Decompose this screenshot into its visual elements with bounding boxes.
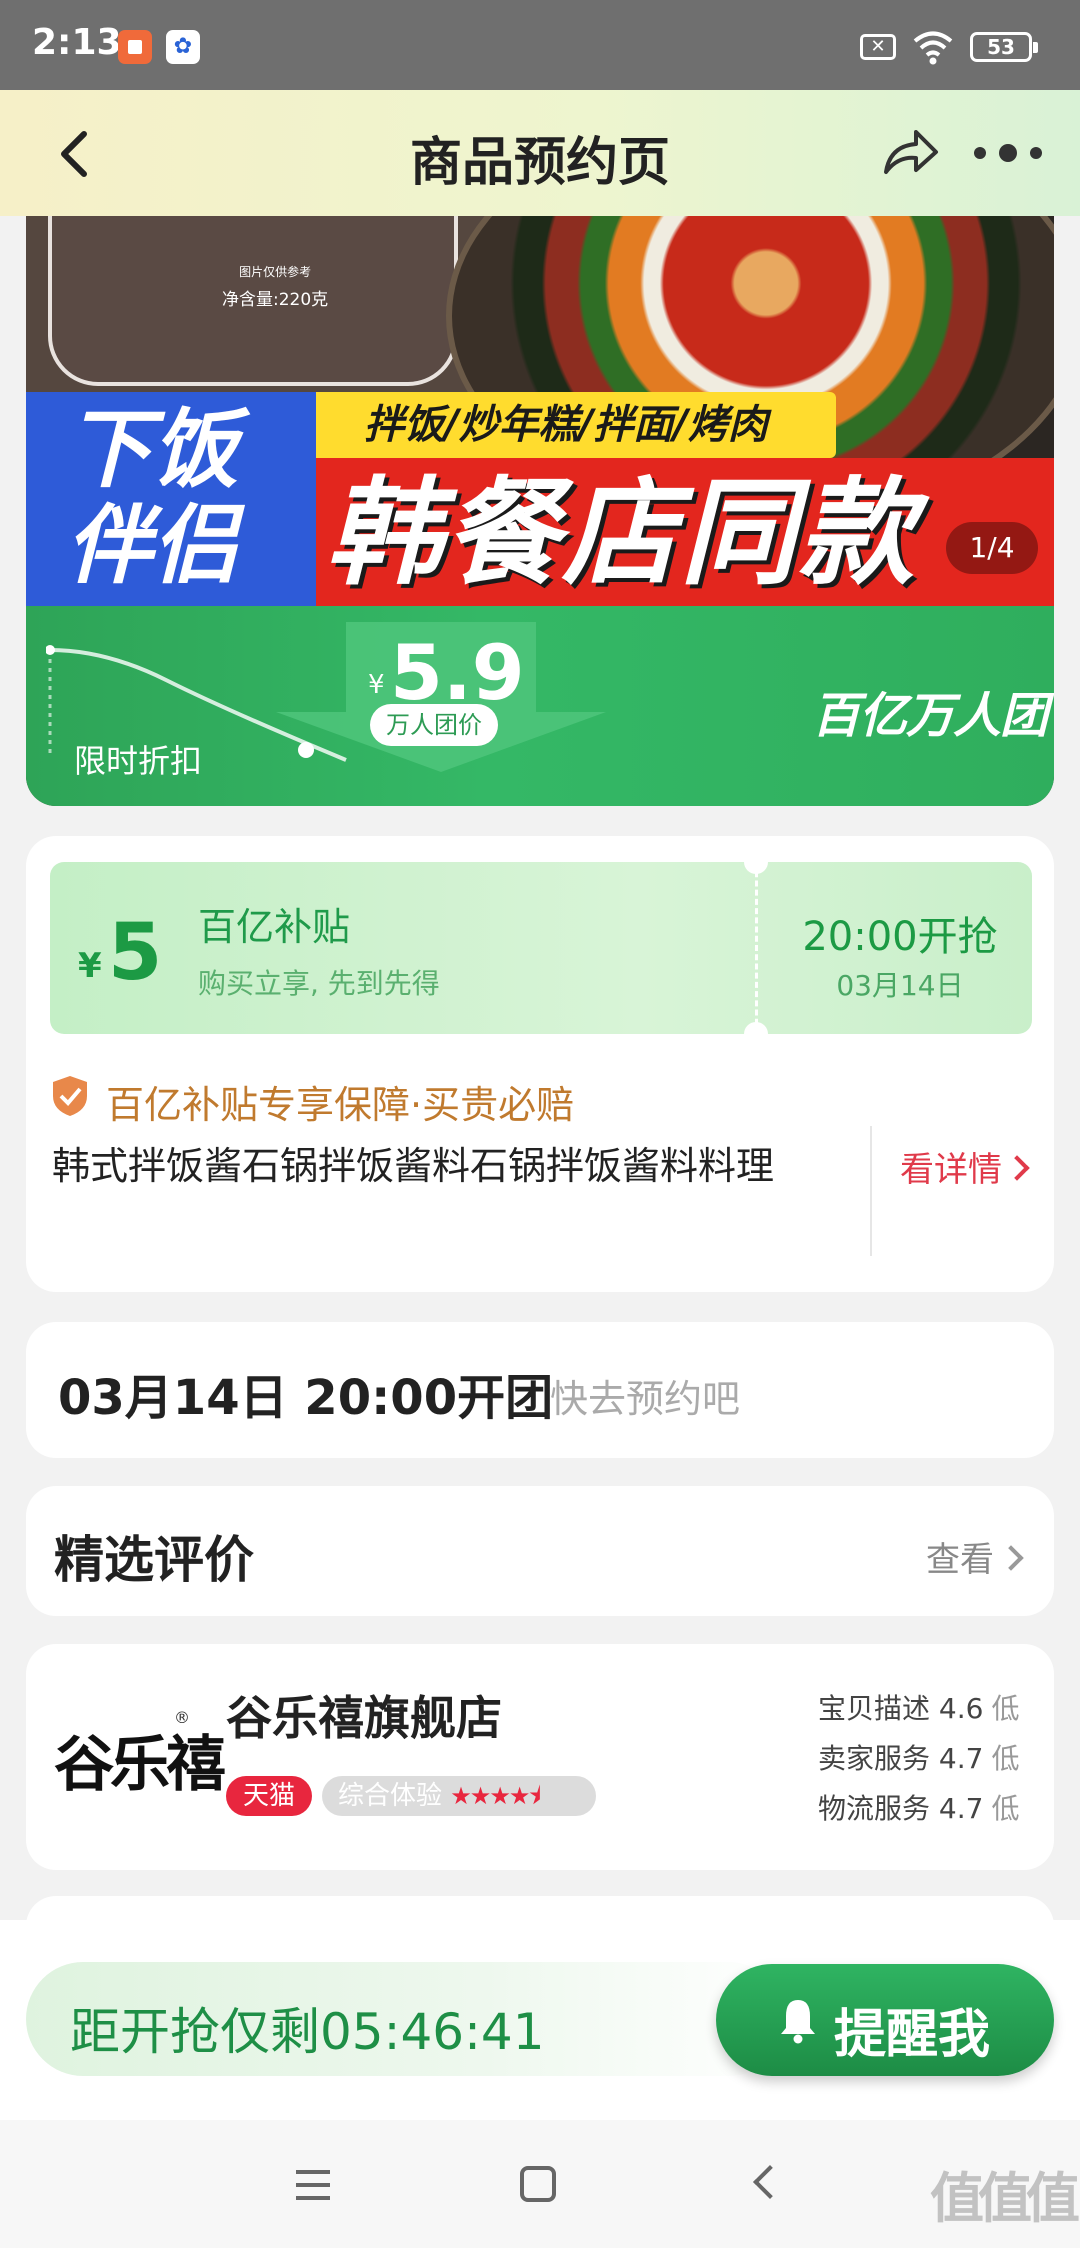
coupon-notch	[744, 1022, 768, 1046]
wifi-icon	[913, 31, 953, 65]
product-title: 韩式拌饭酱石锅拌饭酱料石锅拌饭酱料料理	[52, 1144, 775, 1188]
coupon-start-date: 03月14日	[836, 969, 964, 1002]
store-name: 谷乐禧旗舰店	[226, 1691, 502, 1745]
nav-back-icon[interactable]	[753, 2165, 787, 2199]
experience-label: 综合体验	[338, 1781, 443, 1811]
view-details-label: 看详情	[900, 1150, 1002, 1190]
brand-logo: 百亿万人团	[812, 688, 1048, 744]
view-reviews-label: 查看	[926, 1540, 994, 1580]
metric-row: 物流服务 4.7 低	[818, 1784, 1042, 1834]
countdown-timer: 距开抢仅剩05:46:41	[70, 2003, 545, 2061]
remind-me-button[interactable]: 提醒我	[716, 1964, 1054, 2076]
coupon-title: 百亿补贴	[198, 905, 351, 949]
reviews-card[interactable]: 精选评价 查看	[26, 1486, 1054, 1616]
coupon-currency: ¥	[78, 946, 102, 986]
battery-icon: 53	[970, 32, 1038, 62]
coupon-start-time: 20:00开抢	[802, 914, 998, 960]
home-icon[interactable]	[520, 2166, 556, 2202]
metric-score: 4.7	[938, 1792, 984, 1825]
chevron-right-icon	[998, 1545, 1024, 1571]
left-slogan-line-1: 下饭	[66, 400, 238, 500]
metric-level: 低	[991, 1792, 1020, 1825]
recent-apps-icon[interactable]	[296, 2170, 330, 2200]
metric-row: 宝贝描述 4.6 低	[818, 1684, 1042, 1734]
metric-level: 低	[991, 1692, 1020, 1725]
package-label: 图片仅供参考 净含量:220克	[222, 258, 328, 314]
product-image-carousel[interactable]: 图片仅供参考 净含量:220克 拌饭/炒年糕/拌面/烤肉 下饭 伴侣 韩餐店同款…	[26, 216, 1054, 806]
experience-badge: 综合体验 ★★★★⯨	[322, 1776, 596, 1816]
header-bar: 商品预约页	[0, 90, 1080, 216]
metric-level: 低	[991, 1742, 1020, 1775]
coupon-amount: 5	[108, 908, 163, 998]
left-slogan: 下饭 伴侣	[26, 392, 316, 606]
registered-mark: ®	[174, 1708, 190, 1727]
store-metrics: 宝贝描述 4.6 低 卖家服务 4.7 低 物流服务 4.7 低	[818, 1684, 1042, 1834]
product-package-image: 图片仅供参考 净含量:220克	[48, 216, 458, 386]
countdown-pill: 距开抢仅剩05:46:41	[26, 1962, 786, 2076]
store-card[interactable]: 谷乐禧 ® 谷乐禧旗舰店 天猫 综合体验 ★★★★⯨ 宝贝描述 4.6 低 卖家服…	[26, 1644, 1054, 1870]
more-options-icon[interactable]	[968, 140, 1048, 166]
status-bar: 2:13 ✿ ✕ 53	[0, 0, 1080, 90]
usage-tags: 拌饭/炒年糕/拌面/烤肉	[296, 392, 836, 458]
subsidy-coupon[interactable]: ¥ 5 百亿补贴 购买立享, 先到先得 20:00开抢 03月14日	[50, 850, 1032, 1046]
metric-label: 卖家服务	[818, 1742, 931, 1775]
view-details-link[interactable]: 看详情	[900, 1142, 1030, 1191]
coupon-notch	[744, 850, 768, 874]
group-open-card: 03月14日 20:00开团 快去预约吧	[26, 1322, 1054, 1458]
image-counter: 1/4	[946, 522, 1038, 574]
share-icon[interactable]	[880, 126, 940, 180]
chevron-right-icon	[1004, 1155, 1030, 1181]
status-time: 2:13	[32, 22, 122, 63]
baidu-app-icon: ✿	[166, 30, 200, 64]
remind-me-label: 提醒我	[834, 2005, 991, 2065]
metric-label: 物流服务	[818, 1792, 931, 1825]
metric-row: 卖家服务 4.7 低	[818, 1734, 1042, 1784]
guarantee-text: 百亿补贴专享保障·买贵必赔	[106, 1083, 575, 1127]
package-net-weight: 净含量:220克	[222, 290, 329, 310]
subsidy-card: ¥ 5 百亿补贴 购买立享, 先到先得 20:00开抢 03月14日 百亿补贴专…	[26, 836, 1054, 1292]
reviews-title: 精选评价	[54, 1531, 254, 1589]
shield-check-icon	[53, 1076, 87, 1116]
group-open-time: 03月14日 20:00开团	[58, 1370, 554, 1426]
metric-label: 宝贝描述	[818, 1692, 931, 1725]
coupon-divider	[755, 862, 758, 1034]
watermark: 值值值	[930, 2167, 1080, 2230]
bell-icon	[781, 2000, 815, 2044]
big-slogan: 韩餐店同款	[326, 466, 916, 601]
metric-score: 4.6	[938, 1692, 984, 1725]
metric-score: 4.7	[938, 1742, 984, 1775]
left-slogan-line-2: 伴侣	[66, 496, 238, 596]
store-logo: 谷乐禧	[54, 1730, 226, 1800]
divider	[870, 1126, 872, 1256]
system-nav-bar	[0, 2120, 1080, 2248]
discount-label: 限时折扣	[74, 742, 203, 780]
view-reviews-link[interactable]: 查看	[926, 1532, 1024, 1581]
group-open-hint: 快去预约吧	[550, 1377, 741, 1421]
group-price-label: 万人团价	[370, 704, 498, 746]
sim-off-icon: ✕	[860, 34, 896, 60]
package-ref-note: 图片仅供参考	[239, 265, 312, 279]
coupon-description: 购买立享, 先到先得	[198, 967, 440, 1000]
price-strip: ¥ 5.9 万人团价 限时折扣 百亿万人团	[26, 606, 1054, 806]
notification-app-icon	[118, 30, 152, 64]
rating-stars-icon: ★★★★⯨	[450, 1782, 541, 1810]
bottom-action-bar: 距开抢仅剩05:46:41 提醒我	[0, 1920, 1080, 2120]
tmall-badge: 天猫	[226, 1776, 312, 1816]
